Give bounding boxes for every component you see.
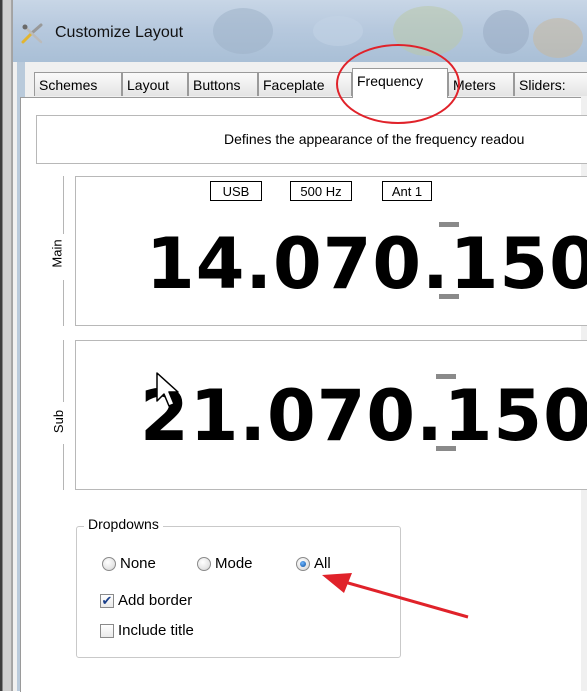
sub-label: Sub bbox=[51, 407, 67, 436]
include-title-checkbox-box[interactable] bbox=[100, 623, 114, 638]
main-readout-box: USB 500 Hz Ant 1 14.070.150 bbox=[75, 176, 587, 326]
desktop-edge bbox=[0, 0, 13, 691]
sub-receiver-group: Sub 21.070.150 bbox=[51, 340, 587, 490]
title-bar[interactable]: Customize Layout bbox=[13, 0, 587, 62]
add-border-checkbox[interactable]: ✔ Add border bbox=[100, 592, 192, 609]
sub-tuning-step-tick-top bbox=[436, 374, 456, 379]
sub-frequency-readout[interactable]: 21.070.150 bbox=[140, 381, 587, 451]
tab-schemes[interactable]: Schemes bbox=[34, 72, 122, 96]
sub-rail-top bbox=[63, 340, 64, 402]
include-title-label: Include title bbox=[118, 622, 194, 639]
radio-mode-indicator[interactable] bbox=[197, 556, 211, 571]
include-title-checkbox[interactable]: Include title bbox=[100, 622, 194, 639]
main-label: Main bbox=[49, 237, 65, 270]
radio-none[interactable]: None bbox=[102, 555, 156, 572]
main-tuning-step-tick-bottom bbox=[439, 294, 459, 299]
window-title: Customize Layout bbox=[55, 24, 184, 41]
radio-none-indicator[interactable] bbox=[102, 556, 116, 571]
main-frequency-readout[interactable]: 14.070.150 bbox=[146, 229, 587, 299]
radio-mode[interactable]: Mode bbox=[197, 555, 253, 572]
add-border-label: Add border bbox=[118, 592, 193, 609]
sub-readout-box: 21.070.150 bbox=[75, 340, 587, 490]
main-filter-dropdown[interactable]: 500 Hz bbox=[290, 181, 352, 201]
radio-none-label: None bbox=[120, 555, 156, 572]
radio-mode-label: Mode bbox=[215, 555, 253, 572]
tab-strip: Schemes Layout Buttons Faceplate Frequen… bbox=[34, 68, 587, 98]
main-antenna-dropdown[interactable]: Ant 1 bbox=[382, 181, 432, 201]
dropdowns-title: Dropdowns bbox=[84, 516, 163, 532]
app-icon bbox=[21, 22, 45, 44]
main-rail-bottom bbox=[63, 280, 64, 326]
description-text: Defines the appearance of the frequency … bbox=[224, 131, 525, 147]
annotation-arrow bbox=[322, 573, 469, 619]
description-box: Defines the appearance of the frequency … bbox=[36, 115, 587, 164]
main-rail-top bbox=[63, 176, 64, 234]
sub-rail-bottom bbox=[63, 444, 64, 490]
mouse-cursor-icon bbox=[156, 372, 179, 407]
annotation-circle bbox=[336, 44, 460, 124]
main-tuning-step-tick-top bbox=[439, 222, 459, 227]
tab-layout[interactable]: Layout bbox=[122, 72, 188, 96]
tab-buttons[interactable]: Buttons bbox=[188, 72, 258, 96]
main-mode-dropdown[interactable]: USB bbox=[210, 181, 262, 201]
sub-tuning-step-tick-bottom bbox=[436, 446, 456, 451]
main-receiver-group: Main USB 500 Hz Ant 1 14.070.150 bbox=[49, 176, 587, 326]
tab-sliders[interactable]: Sliders: bbox=[514, 72, 587, 96]
add-border-checkbox-box[interactable]: ✔ bbox=[100, 593, 114, 608]
